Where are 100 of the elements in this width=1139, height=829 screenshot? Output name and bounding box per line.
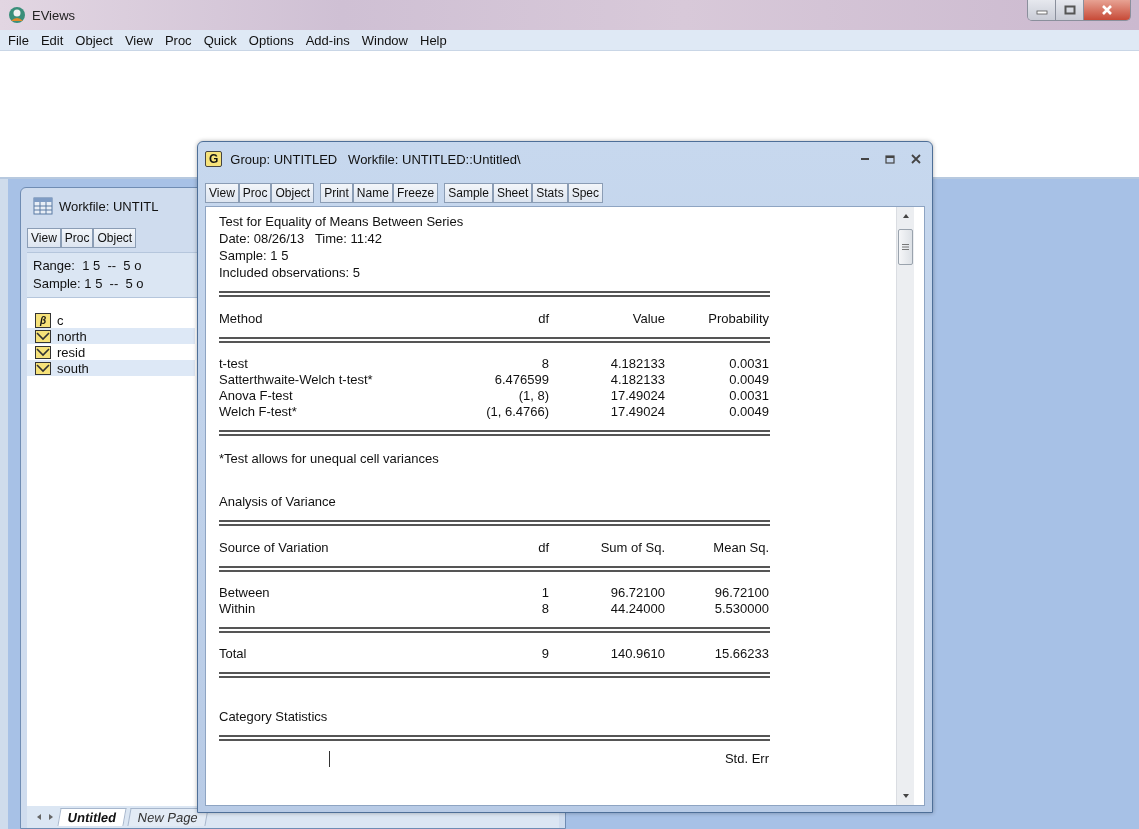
table-cell-text: Total [219, 646, 248, 662]
menu-item[interactable]: File [2, 32, 35, 48]
table-cell-text: 5.530000 [713, 601, 769, 617]
column-header: Sum of Sq. [599, 540, 665, 556]
window-title: Workfile: UNTITL [59, 198, 159, 214]
toolbar-button[interactable]: Proc [60, 228, 94, 248]
menu-item[interactable]: Options [242, 32, 300, 48]
section-title: Category Statistics [219, 708, 329, 725]
toolbar-button[interactable]: Proc [238, 183, 272, 203]
range-label: Range: 1 5 -- 5 o [33, 257, 142, 275]
menu-item[interactable]: Object [69, 32, 119, 48]
toolbar-button[interactable]: Print [320, 183, 353, 203]
table-cell-text: 6.476599 [493, 372, 549, 388]
table-cell-text: 0.0049 [728, 404, 769, 420]
table-cell-text: 15.66233 [713, 646, 769, 662]
toolbar-button[interactable]: Sample [444, 183, 493, 203]
close-icon [1101, 5, 1113, 15]
grip-icon [902, 244, 909, 250]
table-cell-text: 9 [540, 646, 549, 662]
scroll-up-icon [901, 213, 910, 219]
toolbar-button[interactable]: View [27, 228, 61, 248]
section-title: Analysis of Variance [219, 493, 337, 510]
maximize-button[interactable] [1056, 0, 1084, 20]
toolbar-button[interactable]: Object [93, 228, 137, 248]
table-cell-text: Welch F-test* [219, 404, 298, 420]
column-header: Std. Err [723, 751, 769, 767]
column-header: df [537, 311, 549, 327]
object-item[interactable]: north [27, 328, 195, 344]
column-header: Value [631, 311, 665, 327]
table-cell-text: Between [219, 585, 271, 601]
scroll-right-icon [47, 813, 55, 821]
close-button[interactable] [1084, 0, 1130, 20]
table-cell-text: 8 [540, 601, 549, 617]
window-title: Group: UNTITLED Workfile: UNTITLED::Untitled\ [230, 151, 521, 167]
series-icon [35, 345, 51, 359]
toolbar-button[interactable]: Sheet [492, 183, 533, 203]
table-cell-text: 0.0049 [728, 372, 769, 388]
toolbar-button[interactable]: View [205, 183, 239, 203]
toolbar-button[interactable]: Stats [532, 183, 568, 203]
table-cell-text: Within [219, 601, 257, 617]
column-header: Method [219, 311, 264, 327]
output-line: Included observations: 5 [219, 264, 361, 281]
menu-item[interactable]: Window [355, 32, 414, 48]
column-header: Probability [707, 311, 769, 327]
toolbar-button[interactable]: Freeze [392, 183, 439, 203]
footnote: *Test allows for unequal cell variances [219, 450, 440, 467]
group-badge: G [205, 151, 223, 167]
minimize-icon [861, 158, 869, 160]
page-tab[interactable]: New Page [127, 808, 209, 826]
scroll-thumb[interactable] [898, 229, 913, 265]
window-title: EViews [32, 7, 76, 23]
table-cell-text: 44.24000 [609, 601, 665, 617]
output-line: Sample: 1 5 [219, 247, 290, 264]
scroll-down-icon [901, 793, 910, 799]
table-cell-text: (1, 6.4766) [485, 404, 549, 420]
menu-item[interactable]: Edit [34, 32, 70, 48]
sample-label: Sample: 1 5 -- 5 o [33, 275, 144, 293]
table-cell-text: Anova F-test [219, 388, 294, 404]
menu-item[interactable]: Quick [197, 32, 243, 48]
output-line: Date: 08/26/13 Time: 11:42 [219, 230, 384, 247]
table-cell-text: 1 [540, 585, 549, 601]
column-header: Mean Sq. [712, 540, 769, 556]
object-item[interactable]: β c [27, 312, 195, 328]
table-cell-text: (1, 8) [517, 388, 549, 404]
scroll-left-icon [35, 813, 43, 821]
table-cell-text: 96.72100 [609, 585, 665, 601]
table-cell-text: 140.9610 [609, 646, 665, 662]
table-cell-text: 4.182133 [609, 372, 665, 388]
menu-item[interactable]: Proc [158, 32, 198, 48]
scrollbar[interactable] [896, 207, 914, 805]
table-cell-text: 0.0031 [728, 356, 769, 372]
table-cell-text: Satterthwaite-Welch t-test* [219, 372, 374, 388]
coefficient-icon: β [35, 312, 51, 328]
series-icon [35, 329, 51, 343]
table-cell-text: 96.72100 [713, 585, 769, 601]
table-icon [33, 197, 53, 215]
page-tab[interactable]: Untitled [57, 808, 127, 826]
toolbar-button[interactable]: Object [271, 183, 315, 203]
column-header: Source of Variation [219, 540, 330, 556]
toolbar-button[interactable]: Name [352, 183, 393, 203]
menu-item[interactable]: Add-ins [299, 32, 356, 48]
table-cell-text: 17.49024 [609, 388, 665, 404]
object-item[interactable]: south [27, 360, 195, 376]
table-cell-text: 4.182133 [609, 356, 665, 372]
column-header: df [537, 540, 549, 556]
app-icon [8, 6, 26, 24]
menu-item[interactable]: Help [414, 32, 453, 48]
table-cell-text: t-test [219, 356, 249, 372]
object-item[interactable]: resid [27, 344, 195, 360]
maximize-icon [1063, 5, 1076, 15]
minimize-button[interactable] [1028, 0, 1056, 20]
toolbar-button[interactable]: Spec [567, 183, 603, 203]
table-cell-text: 17.49024 [609, 404, 665, 420]
menu-item[interactable]: View [118, 32, 159, 48]
close-icon [911, 154, 921, 164]
table-cell-text: 0.0031 [728, 388, 769, 404]
series-icon [35, 361, 51, 375]
output-line: Test for Equality of Means Between Series [219, 213, 465, 230]
maximize-icon [885, 154, 895, 164]
table-cell-text: 8 [540, 356, 549, 372]
